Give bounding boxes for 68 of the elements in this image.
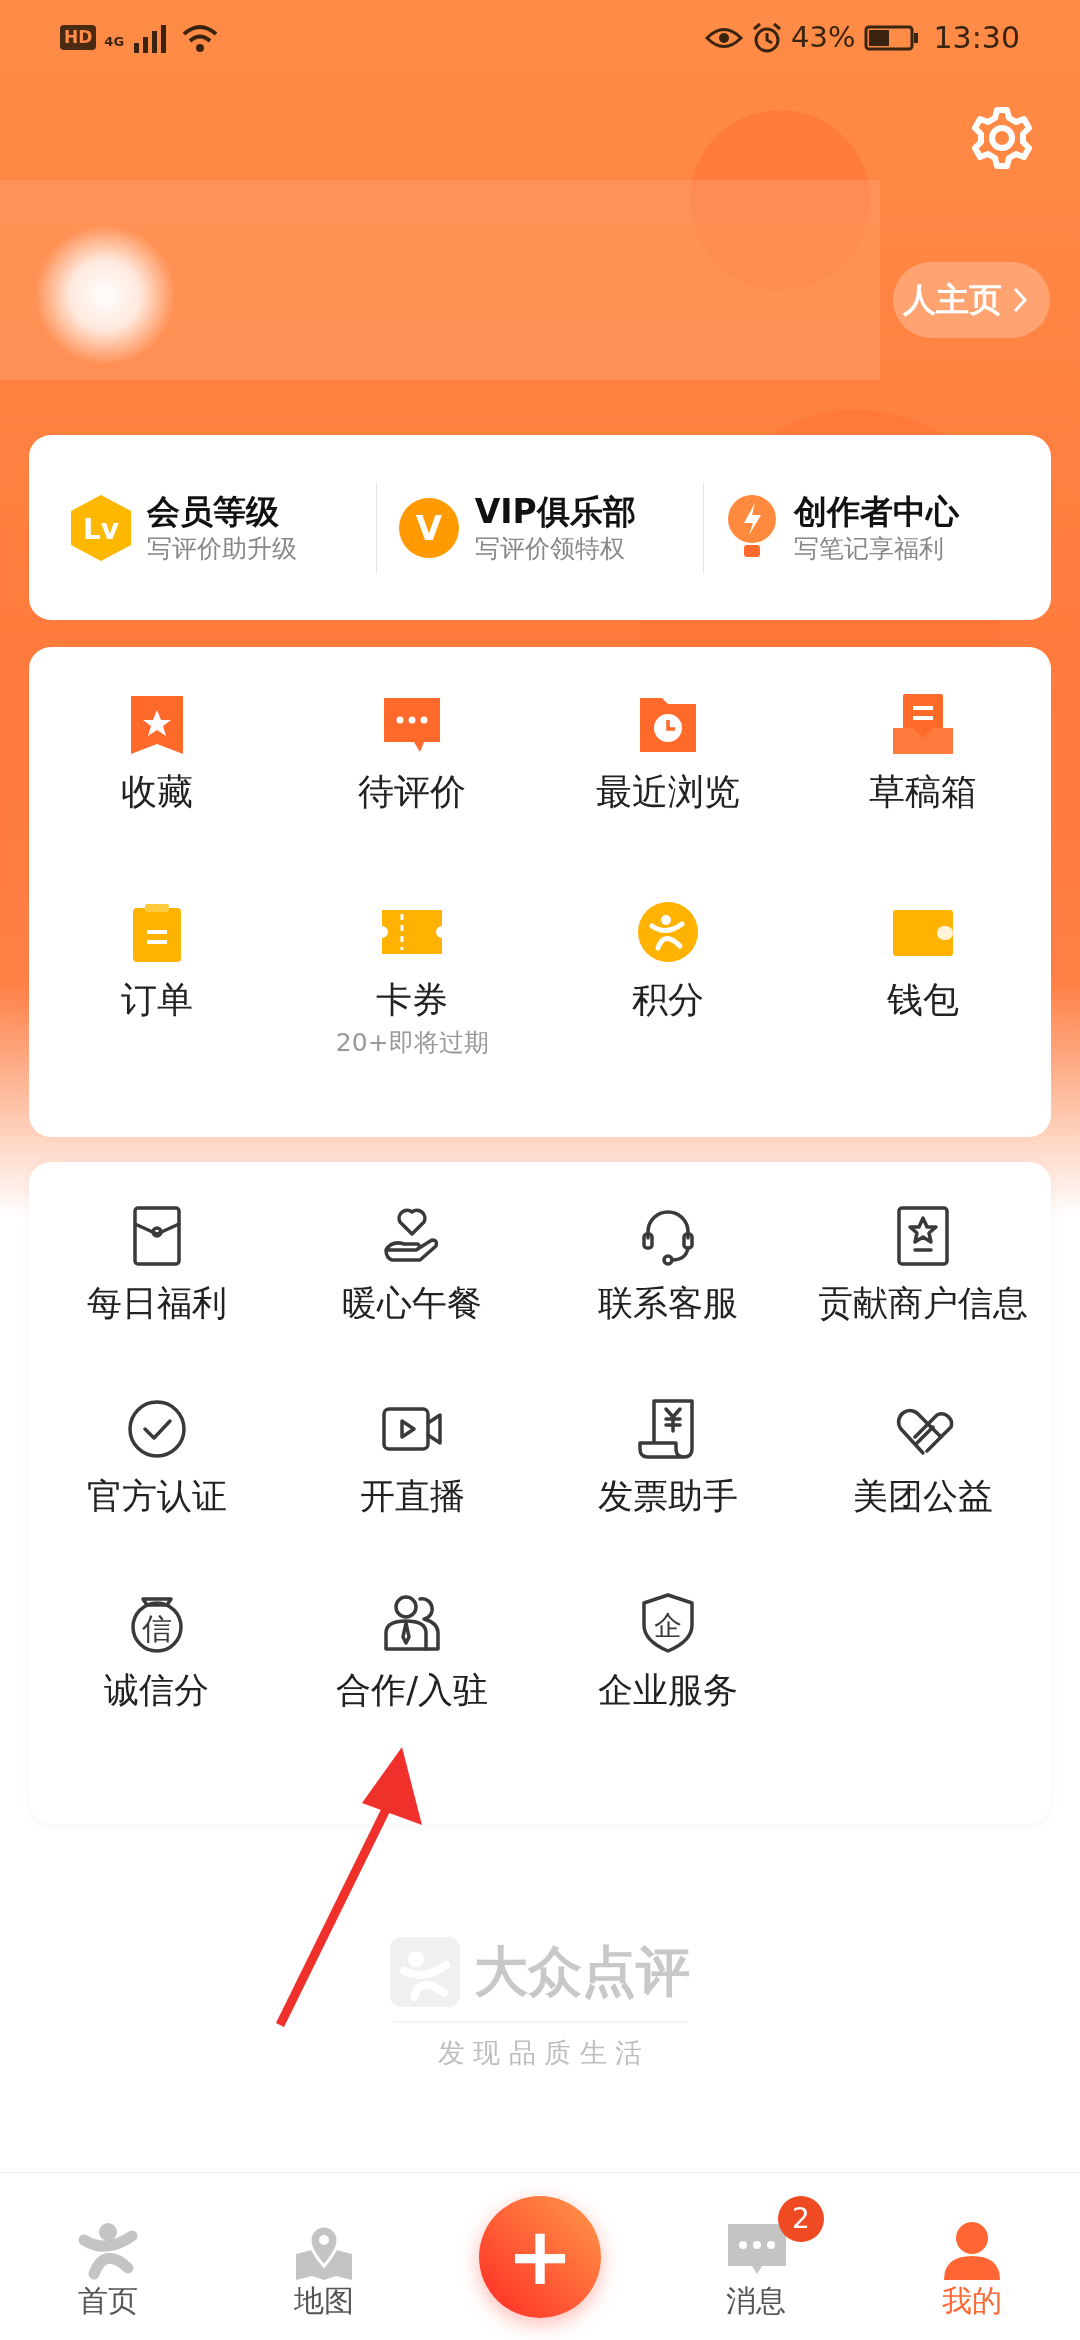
grid-item[interactable]: 开直播: [284, 1397, 540, 1591]
item-label: 每日福利: [86, 1286, 227, 1321]
entry-title: VIP俱乐部: [474, 494, 636, 528]
grid-item[interactable]: 最近浏览: [540, 692, 796, 900]
grid-item[interactable]: 每日福利: [29, 1204, 285, 1398]
entry-title: 会员等级: [147, 494, 280, 528]
item-label: 企业服务: [597, 1672, 738, 1708]
item-label: 积分: [631, 981, 704, 1018]
grid-item[interactable]: 联系客服: [540, 1204, 796, 1398]
grid-item[interactable]: 信 诚信分: [29, 1590, 285, 1784]
battery-icon: [863, 24, 920, 51]
grid-item[interactable]: 官方认证: [29, 1397, 285, 1591]
item-note: 20+即将过期: [335, 1029, 489, 1055]
battery-percentage: 43%: [791, 18, 856, 56]
count-badge: 2: [778, 2195, 824, 2242]
grid-item[interactable]: 美团公益: [795, 1397, 1051, 1591]
vip-badge-icon: V: [396, 495, 461, 560]
nav-tab[interactable]: 消息 2: [648, 2193, 864, 2320]
chevron-right-icon: [1012, 286, 1028, 314]
item-label: 草稿箱: [869, 774, 978, 810]
item-label: 联系客服: [597, 1286, 738, 1321]
alarm-icon: [751, 21, 784, 54]
entry-subtitle: 写评价领特权: [474, 535, 626, 561]
item-label: 美团公益: [853, 1479, 994, 1515]
item-label: 卡券: [376, 981, 449, 1018]
nav-label: 地图: [294, 2285, 354, 2316]
item-label: 诚信分: [104, 1672, 210, 1708]
nav-tab[interactable]: 首页: [0, 2193, 216, 2320]
item-label: 订单: [120, 981, 193, 1018]
grid-item[interactable]: 暖心午餐: [284, 1204, 540, 1398]
brand-slogan: 发 现 品 质 生 活: [437, 2036, 643, 2070]
nav-label: 消息: [726, 2285, 786, 2316]
network-type: 4G: [104, 32, 125, 51]
grid-item[interactable]: 发票助手: [540, 1397, 796, 1591]
nav-label: 首页: [78, 2285, 138, 2316]
hd-indicator: HD: [60, 24, 97, 51]
member-entry[interactable]: 创作者中心 写笔记享福利: [724, 492, 1011, 563]
item-label: 暖心午餐: [342, 1286, 483, 1321]
entry-title: 创作者中心: [794, 494, 960, 528]
item-label: 发票助手: [597, 1479, 738, 1515]
item-label: 收藏: [120, 774, 193, 810]
grid-item[interactable]: 草稿箱: [795, 692, 1051, 900]
nav-label: 我的: [942, 2285, 1002, 2316]
grid-item[interactable]: 积分: [540, 899, 796, 1107]
clock-time: 13:30: [933, 19, 1020, 57]
settings-icon: [969, 105, 1035, 171]
grid-item[interactable]: 待评价: [284, 692, 540, 900]
grid-item[interactable]: 钱包: [795, 899, 1051, 1107]
item-label: 贡献商户信息: [818, 1286, 1029, 1321]
item-label: 官方认证: [86, 1479, 227, 1515]
drafts-icon: [891, 692, 956, 756]
grid-item[interactable]: 卡券 20+即将过期: [284, 899, 540, 1107]
item-label: 钱包: [887, 981, 960, 1018]
grid-item[interactable]: 贡献商户信息: [795, 1204, 1051, 1398]
item-label: 合作/入驻: [336, 1672, 489, 1708]
entry-subtitle: 写评价助升级: [147, 535, 297, 561]
item-label: 开直播: [359, 1479, 465, 1515]
level-badge-icon: Lv: [69, 492, 133, 563]
grid-item[interactable]: 订单: [29, 899, 285, 1107]
item-label: 待评价: [358, 774, 467, 810]
points-icon: [635, 899, 700, 964]
nav-tab[interactable]: 地图: [216, 2193, 432, 2320]
person-icon: [942, 2219, 1002, 2280]
entry-subtitle: 写笔记享福利: [794, 535, 946, 561]
grid-item[interactable]: 合作/入驻: [284, 1590, 540, 1784]
item-label: 最近浏览: [595, 774, 740, 810]
grid-item[interactable]: 企 企业服务: [540, 1590, 796, 1784]
grid-item[interactable]: 收藏: [29, 692, 285, 900]
